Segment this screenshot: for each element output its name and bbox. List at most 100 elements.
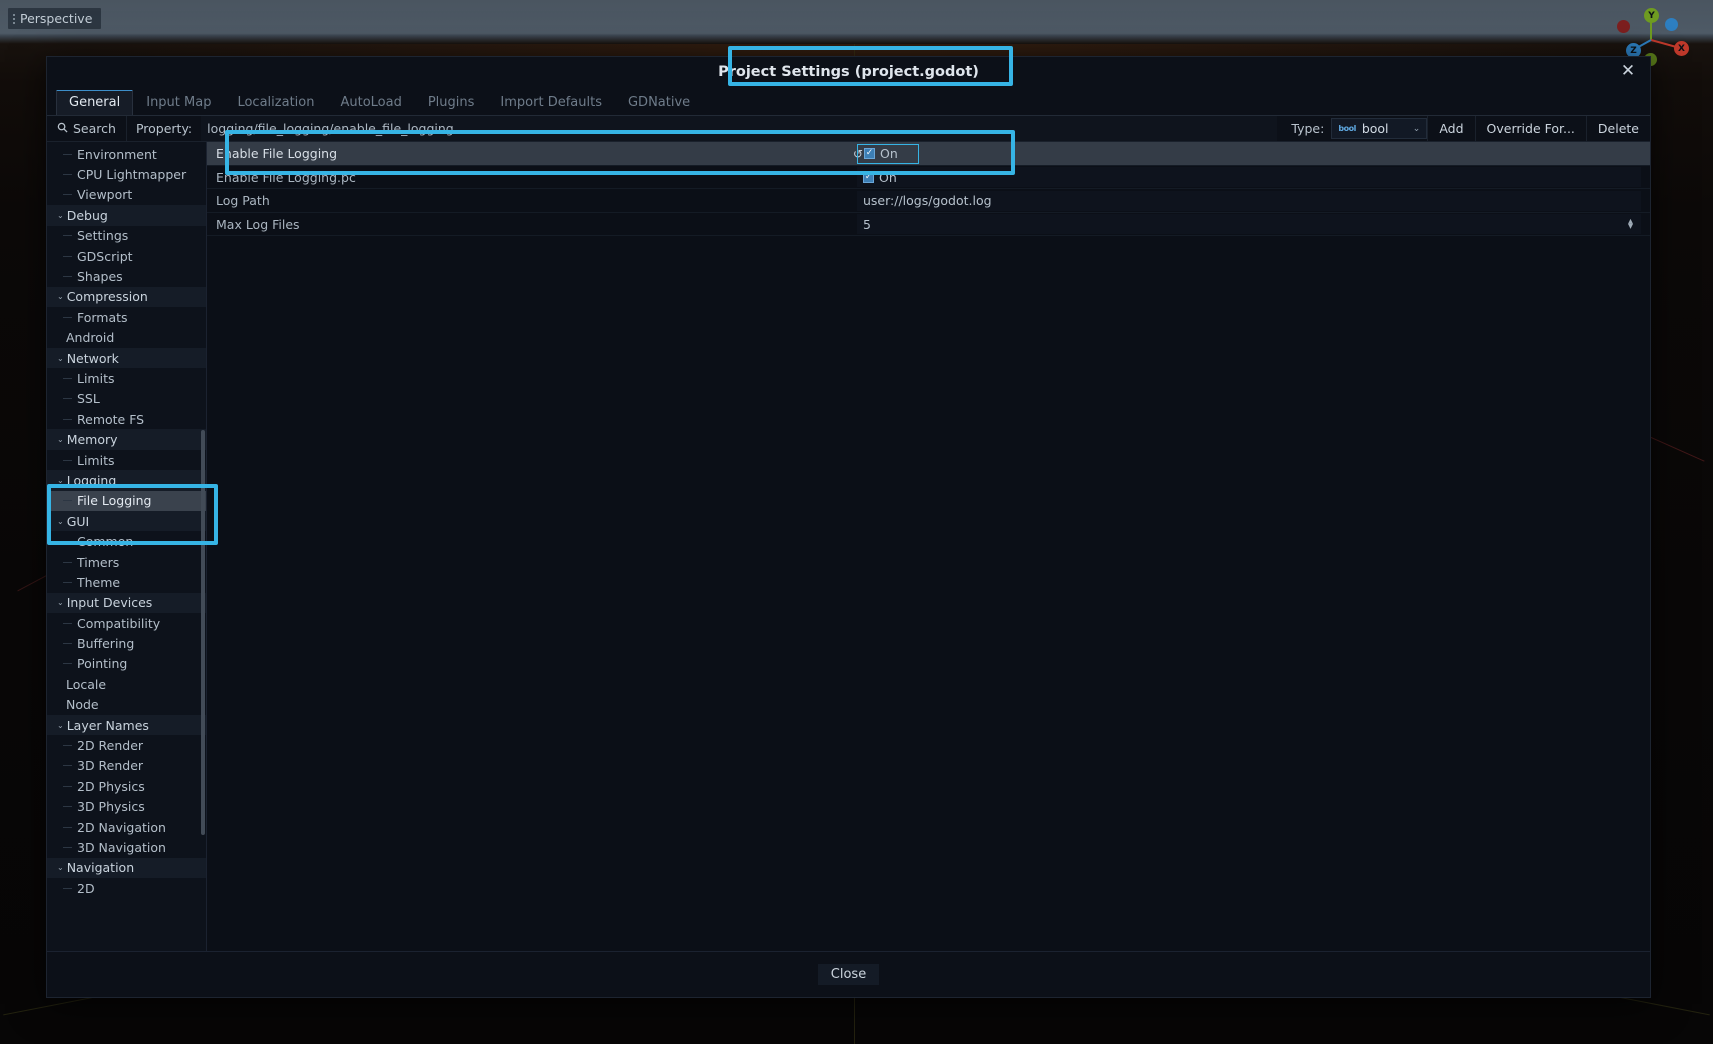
sidebar-item-limits[interactable]: Limits bbox=[47, 368, 206, 388]
sidebar-item-2d[interactable]: 2D bbox=[47, 878, 206, 898]
sidebar-item-timers[interactable]: Timers bbox=[47, 552, 206, 572]
property-name: Log Path bbox=[207, 193, 857, 208]
gizmo-x-axis[interactable]: X bbox=[1674, 41, 1689, 56]
tree-branch-line bbox=[63, 460, 72, 461]
property-row[interactable]: Max Log Files5▴▾ bbox=[207, 213, 1650, 237]
sidebar-item-file-logging[interactable]: File Logging bbox=[47, 491, 206, 511]
gizmo-neg-z-axis[interactable] bbox=[1665, 18, 1678, 31]
gizmo-neg-x-axis[interactable] bbox=[1617, 20, 1630, 33]
sidebar-item-label: Input Devices bbox=[67, 595, 153, 610]
sidebar-item-buffering[interactable]: Buffering bbox=[47, 633, 206, 653]
checkbox[interactable]: ✓ bbox=[863, 172, 874, 183]
chevron-down-icon[interactable]: ⌄ bbox=[57, 435, 64, 444]
gizmo-y-axis[interactable]: Y bbox=[1644, 8, 1659, 23]
property-input[interactable] bbox=[201, 116, 1277, 141]
sidebar-item-locale[interactable]: Locale bbox=[47, 674, 206, 694]
tab-localization[interactable]: Localization bbox=[224, 89, 327, 115]
tab-import-defaults[interactable]: Import Defaults bbox=[487, 89, 615, 115]
sidebar-item-3d-render[interactable]: 3D Render bbox=[47, 756, 206, 776]
close-button[interactable]: Close bbox=[818, 964, 879, 985]
chevron-down-icon[interactable]: ⌄ bbox=[57, 476, 64, 485]
sidebar-item-pointing[interactable]: Pointing bbox=[47, 654, 206, 674]
settings-category-tree[interactable]: EnvironmentCPU Lightmapper Viewport ⌄Debug… bbox=[47, 142, 207, 952]
add-button[interactable]: Add bbox=[1427, 116, 1474, 141]
sidebar-item-label: 2D Physics bbox=[77, 779, 145, 794]
sidebar-item-label: 3D Navigation bbox=[77, 840, 166, 855]
perspective-button[interactable]: Perspective bbox=[8, 8, 101, 29]
property-value[interactable]: user://logs/godot.log bbox=[857, 191, 1641, 211]
property-value[interactable]: ✓ On bbox=[857, 144, 919, 164]
property-label: Property: bbox=[127, 116, 201, 141]
sidebar-item-shapes[interactable]: Shapes bbox=[47, 266, 206, 286]
sidebar-item-formats[interactable]: Formats bbox=[47, 307, 206, 327]
tree-branch-line bbox=[63, 745, 72, 746]
sidebar-item-compatibility[interactable]: Compatibility bbox=[47, 613, 206, 633]
chevron-down-icon[interactable]: ⌄ bbox=[57, 863, 64, 872]
chevron-down-icon[interactable]: ⌄ bbox=[57, 354, 64, 363]
checkbox[interactable]: ✓ bbox=[864, 148, 875, 159]
sidebar-item-gui[interactable]: ⌄GUI bbox=[47, 511, 206, 531]
property-row[interactable]: Log Pathuser://logs/godot.log bbox=[207, 189, 1650, 213]
tab-general[interactable]: General bbox=[56, 89, 133, 115]
sidebar-item-node[interactable]: Node bbox=[47, 695, 206, 715]
chevron-down-icon[interactable]: ⌄ bbox=[57, 517, 64, 526]
tree-branch-line bbox=[63, 847, 72, 848]
sidebar-item-common[interactable]: Common bbox=[47, 531, 206, 551]
property-value[interactable]: 5▴▾ bbox=[857, 214, 1641, 234]
tab-input-map[interactable]: Input Map bbox=[133, 89, 224, 115]
type-select[interactable]: bool bool ⌄ bbox=[1331, 118, 1427, 139]
sidebar-item-debug[interactable]: ⌄Debug bbox=[47, 205, 206, 225]
sidebar-item-settings[interactable]: Settings bbox=[47, 226, 206, 246]
delete-button[interactable]: Delete bbox=[1586, 116, 1650, 141]
chevron-down-icon[interactable]: ⌄ bbox=[57, 211, 64, 220]
sidebar-item-label: Memory bbox=[67, 432, 118, 447]
search-button[interactable]: Search bbox=[47, 116, 127, 141]
sidebar-item-label: SSL bbox=[77, 391, 100, 406]
window-titlebar[interactable]: Project Settings (project.godot) ✕ bbox=[47, 57, 1650, 90]
sidebar-item-label: 2D Render bbox=[77, 738, 143, 753]
override-for-button[interactable]: Override For... bbox=[1475, 116, 1586, 141]
type-label: Type: bbox=[1277, 116, 1331, 141]
sidebar-item-viewport[interactable]: Viewport bbox=[47, 185, 206, 205]
tree-branch-line bbox=[63, 827, 72, 828]
sidebar-item-input-devices[interactable]: ⌄Input Devices bbox=[47, 593, 206, 613]
sidebar-item-2d-physics[interactable]: 2D Physics bbox=[47, 776, 206, 796]
sidebar-item-logging[interactable]: ⌄Logging bbox=[47, 470, 206, 490]
sidebar-item-android[interactable]: Android bbox=[47, 328, 206, 348]
sidebar-scrollbar[interactable] bbox=[201, 430, 205, 835]
tab-plugins[interactable]: Plugins bbox=[415, 89, 488, 115]
sidebar-item-limits[interactable]: Limits bbox=[47, 450, 206, 470]
sidebar-item-label: Viewport bbox=[77, 187, 132, 202]
chevron-down-icon[interactable]: ⌄ bbox=[57, 598, 64, 607]
property-row[interactable]: Enable File Logging.pc✓On bbox=[207, 166, 1650, 190]
tab-autoload[interactable]: AutoLoad bbox=[327, 89, 414, 115]
sidebar-item-environment[interactable]: Environment bbox=[47, 144, 206, 164]
tree-branch-line bbox=[63, 256, 72, 257]
sidebar-item-navigation[interactable]: ⌄Navigation bbox=[47, 858, 206, 878]
sidebar-item-network[interactable]: ⌄Network bbox=[47, 348, 206, 368]
close-icon[interactable]: ✕ bbox=[1618, 62, 1638, 82]
sidebar-item-cpu-lightmapper[interactable]: CPU Lightmapper bbox=[47, 164, 206, 184]
property-name: Max Log Files bbox=[207, 217, 857, 232]
chevron-down-icon[interactable]: ⌄ bbox=[57, 292, 64, 301]
property-row[interactable]: Enable File Logging↺✓On bbox=[207, 142, 1650, 166]
checkbox-label: On bbox=[880, 146, 898, 161]
sidebar-item-remote-fs[interactable]: Remote FS bbox=[47, 409, 206, 429]
spinner-arrows-icon[interactable]: ▴▾ bbox=[1628, 219, 1633, 229]
sidebar-item-3d-physics[interactable]: 3D Physics bbox=[47, 797, 206, 817]
sidebar-item-2d-navigation[interactable]: 2D Navigation bbox=[47, 817, 206, 837]
sidebar-item-memory[interactable]: ⌄Memory bbox=[47, 429, 206, 449]
sidebar-item-3d-navigation[interactable]: 3D Navigation bbox=[47, 837, 206, 857]
sidebar-item-theme[interactable]: Theme bbox=[47, 572, 206, 592]
property-value[interactable]: ✓ On bbox=[857, 167, 1641, 187]
chevron-down-icon[interactable]: ⌄ bbox=[57, 721, 64, 730]
sidebar-item-layer-names[interactable]: ⌄Layer Names bbox=[47, 715, 206, 735]
tree-branch-line bbox=[63, 317, 72, 318]
tab-gdnative[interactable]: GDNative bbox=[615, 89, 703, 115]
sidebar-item-compression[interactable]: ⌄Compression bbox=[47, 287, 206, 307]
sidebar-item-label: Node bbox=[66, 697, 99, 712]
sidebar-item-gdscript[interactable]: GDScript bbox=[47, 246, 206, 266]
sidebar-item-ssl[interactable]: SSL bbox=[47, 389, 206, 409]
sidebar-item-2d-render[interactable]: 2D Render bbox=[47, 735, 206, 755]
checkbox-label: On bbox=[879, 170, 897, 185]
